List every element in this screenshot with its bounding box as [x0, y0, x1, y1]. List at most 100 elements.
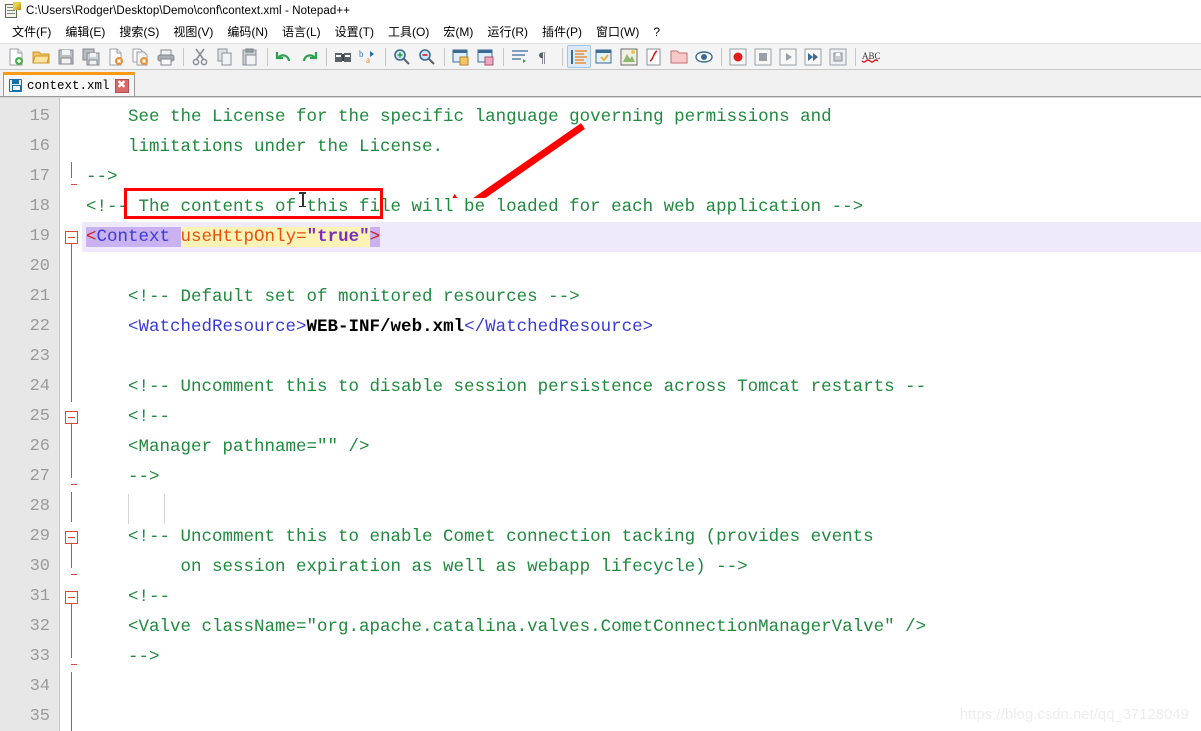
code-token: </WatchedResource>: [464, 317, 654, 337]
close-all-icon[interactable]: [129, 45, 153, 68]
menu-plugins[interactable]: 插件(P): [535, 21, 589, 43]
code-token: WEB-INF/web.xml: [306, 317, 465, 337]
line-number: 35: [29, 707, 50, 726]
code-line[interactable]: [82, 492, 1201, 522]
code-token: <!--: [86, 407, 171, 427]
code-line[interactable]: <!--: [82, 402, 1201, 432]
line-number: 34: [29, 677, 50, 696]
line-number: 27: [29, 467, 50, 486]
line-number: 26: [29, 437, 50, 456]
save-macro-icon[interactable]: [826, 45, 850, 68]
code-line[interactable]: See the License for the specific languag…: [82, 102, 1201, 132]
line-number: 16: [29, 137, 50, 156]
menu-encoding[interactable]: 编码(N): [220, 21, 275, 43]
menu-search[interactable]: 搜索(S): [112, 21, 166, 43]
start-record-icon[interactable]: [726, 45, 750, 68]
code-line[interactable]: limitations under the License.: [82, 132, 1201, 162]
zoom-out-icon[interactable]: [415, 45, 439, 68]
menu-macro[interactable]: 宏(M): [436, 21, 480, 43]
menu-edit[interactable]: 编辑(E): [58, 21, 112, 43]
toolbar: ba ¶ ABC: [0, 43, 1201, 70]
tab-bar: context.xml ✖: [0, 70, 1201, 97]
close-icon[interactable]: ✖: [114, 78, 129, 93]
close-file-icon[interactable]: [104, 45, 128, 68]
tab-context-xml[interactable]: context.xml ✖: [3, 72, 135, 96]
code-line[interactable]: <!-- Uncomment this to disable session p…: [82, 372, 1201, 402]
line-number: 28: [29, 497, 50, 516]
sync-horizontal-scroll-icon[interactable]: [474, 45, 498, 68]
play-macro-icon[interactable]: [776, 45, 800, 68]
undo-icon[interactable]: [272, 45, 296, 68]
code-line[interactable]: <Manager pathname="" />: [82, 432, 1201, 462]
menu-window[interactable]: 窗口(W): [589, 21, 646, 43]
menu-settings[interactable]: 设置(T): [328, 21, 381, 43]
spell-check-icon[interactable]: ABC: [860, 45, 884, 68]
save-icon[interactable]: [54, 45, 78, 68]
indent-guide: [164, 494, 165, 524]
line-number: 33: [29, 647, 50, 666]
code-line[interactable]: <!--: [82, 582, 1201, 612]
code-line[interactable]: <!-- Default set of monitored resources …: [82, 282, 1201, 312]
fold-marker[interactable]: [60, 222, 82, 252]
code-line[interactable]: <Context useHttpOnly="true">: [82, 222, 1201, 252]
paste-icon[interactable]: [238, 45, 262, 68]
editor-area[interactable]: 15 16 17 18 19 20 21 22 23 24 25 26 27 28 29 30 31 32 33 34…: [0, 97, 1201, 731]
code-content[interactable]: See the License for the specific languag…: [82, 98, 1201, 731]
code-line[interactable]: <Valve className="org.apache.catalina.va…: [82, 612, 1201, 642]
print-icon[interactable]: [154, 45, 178, 68]
fold-collapse-icon[interactable]: [65, 531, 78, 544]
code-line[interactable]: <!-- Uncomment this to enable Comet conn…: [82, 522, 1201, 552]
code-token: -->: [86, 647, 160, 667]
fold-collapse-icon[interactable]: [65, 591, 78, 604]
indent-guide-icon[interactable]: [567, 45, 591, 68]
sync-vertical-scroll-icon[interactable]: [449, 45, 473, 68]
new-file-icon[interactable]: [4, 45, 28, 68]
svg-text:b: b: [359, 49, 364, 59]
word-wrap-icon[interactable]: [508, 45, 532, 68]
code-line[interactable]: [82, 342, 1201, 372]
replace-icon[interactable]: ba: [356, 45, 380, 68]
save-all-icon[interactable]: [79, 45, 103, 68]
zoom-in-icon[interactable]: [390, 45, 414, 68]
fold-marker[interactable]: [60, 582, 82, 612]
menu-tools[interactable]: 工具(O): [381, 21, 436, 43]
code-line[interactable]: <!-- The contents of this file will be l…: [82, 192, 1201, 222]
user-defined-dialog-icon[interactable]: [592, 45, 616, 68]
redo-icon[interactable]: [297, 45, 321, 68]
fold-marker: [60, 642, 82, 672]
menu-help[interactable]: ?: [646, 23, 667, 42]
fold-marker[interactable]: [60, 522, 82, 552]
fold-marker: [60, 552, 82, 582]
monitoring-icon[interactable]: [692, 45, 716, 68]
menu-view[interactable]: 视图(V): [166, 21, 220, 43]
code-line[interactable]: on session expiration as well as webapp …: [82, 552, 1201, 582]
code-line[interactable]: -->: [82, 462, 1201, 492]
code-line[interactable]: [82, 672, 1201, 702]
open-file-icon[interactable]: [29, 45, 53, 68]
stop-record-icon[interactable]: [751, 45, 775, 68]
run-multiple-macro-icon[interactable]: [801, 45, 825, 68]
cut-icon[interactable]: [188, 45, 212, 68]
document-map-icon[interactable]: [617, 45, 641, 68]
menu-run[interactable]: 运行(R): [480, 21, 535, 43]
code-line[interactable]: <WatchedResource>WEB-INF/web.xml</Watche…: [82, 312, 1201, 342]
menu-file[interactable]: 文件(F): [5, 21, 58, 43]
folder-as-workspace-icon[interactable]: [667, 45, 691, 68]
code-token: =: [296, 227, 307, 247]
copy-icon[interactable]: [213, 45, 237, 68]
code-token: -->: [86, 167, 118, 187]
menu-language[interactable]: 语言(L): [275, 21, 328, 43]
toolbar-separator: [503, 47, 504, 66]
fold-marker: [60, 672, 82, 702]
fold-marker[interactable]: [60, 402, 82, 432]
code-line[interactable]: -->: [82, 642, 1201, 672]
fold-collapse-icon[interactable]: [65, 411, 78, 424]
find-icon[interactable]: [331, 45, 355, 68]
code-line[interactable]: [82, 252, 1201, 282]
code-token: <!-- Uncomment this to disable session p…: [86, 377, 927, 397]
show-all-chars-icon[interactable]: ¶: [533, 45, 557, 68]
function-list-icon[interactable]: [642, 45, 666, 68]
fold-margin[interactable]: [60, 98, 82, 731]
code-line[interactable]: -->: [82, 162, 1201, 192]
fold-collapse-icon[interactable]: [65, 231, 78, 244]
